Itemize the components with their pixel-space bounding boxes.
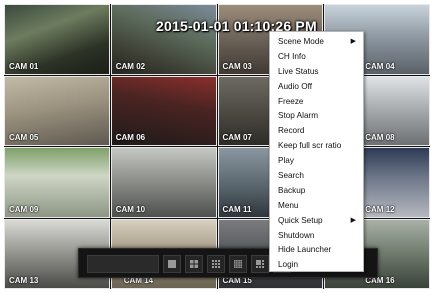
camera-label: CAM 13 bbox=[9, 276, 39, 285]
menu-item[interactable]: Hide Launcher bbox=[270, 243, 363, 258]
launcher-date-field[interactable] bbox=[87, 255, 159, 273]
menu-item-label: Play bbox=[278, 156, 294, 166]
menu-item-label: Keep full scr ratio bbox=[278, 141, 342, 151]
menu-item[interactable]: Search bbox=[270, 169, 363, 184]
camera-tile[interactable]: CAM 10 bbox=[110, 147, 217, 218]
menu-item-label: Search bbox=[278, 171, 304, 181]
camera-label: CAM 01 bbox=[9, 61, 39, 71]
submenu-arrow-icon: ▶ bbox=[350, 38, 356, 45]
menu-item-label: Record bbox=[278, 126, 305, 136]
menu-item[interactable]: Record bbox=[270, 124, 363, 139]
camera-label: CAM 03 bbox=[222, 61, 252, 71]
menu-item[interactable]: Scene Mode ▶ bbox=[270, 35, 363, 50]
menu-item[interactable]: Live Status bbox=[270, 65, 363, 80]
menu-item-label: Freeze bbox=[278, 96, 304, 106]
split-view-icon[interactable] bbox=[185, 255, 203, 273]
context-menu: Scene Mode ▶ CH Info Live Status Audio Off Fr… bbox=[269, 31, 364, 272]
split-view-icon[interactable] bbox=[207, 255, 225, 273]
menu-item-label: Backup bbox=[278, 185, 306, 195]
menu-item[interactable]: Freeze bbox=[270, 95, 363, 110]
camera-tile[interactable]: CAM 06 bbox=[110, 75, 217, 146]
menu-item[interactable]: Login bbox=[270, 258, 363, 273]
menu-item-label: Shutdown bbox=[278, 230, 315, 240]
camera-label: CAM 07 bbox=[222, 133, 252, 142]
menu-item[interactable]: Backup bbox=[270, 184, 363, 199]
camera-tile[interactable]: CAM 05 bbox=[4, 75, 110, 146]
split-view-icon[interactable] bbox=[251, 255, 269, 273]
camera-tile[interactable]: CAM 01 bbox=[4, 4, 110, 75]
camera-label: CAM 02 bbox=[115, 61, 146, 71]
camera-label: CAM 12 bbox=[365, 204, 395, 214]
menu-item[interactable]: Quick Setup ▶ bbox=[270, 214, 363, 229]
dvr-live-screen: CAM 01 CAM 02 CAM 03 CAM 04 CAM 05 CAM 0… bbox=[4, 4, 430, 289]
single-view-icon[interactable] bbox=[163, 255, 181, 273]
menu-item[interactable]: Stop Alarm bbox=[270, 109, 363, 124]
camera-tile[interactable]: CAM 09 bbox=[4, 147, 110, 218]
menu-item[interactable]: Keep full scr ratio bbox=[270, 139, 363, 154]
menu-item[interactable]: Audio Off bbox=[270, 80, 363, 95]
camera-label: CAM 10 bbox=[115, 204, 146, 214]
camera-label: CAM 08 bbox=[365, 133, 395, 142]
camera-label: CAM 09 bbox=[9, 204, 39, 214]
menu-item[interactable]: Play bbox=[270, 154, 363, 169]
menu-item-label: Audio Off bbox=[278, 81, 312, 91]
split-view-icon[interactable] bbox=[229, 255, 247, 273]
menu-item-label: Scene Mode bbox=[278, 37, 324, 46]
menu-item[interactable]: Menu bbox=[270, 199, 363, 214]
menu-item-label: CH Info bbox=[278, 51, 306, 61]
menu-item[interactable]: CH Info bbox=[270, 50, 363, 65]
menu-item-label: Menu bbox=[278, 200, 299, 210]
submenu-arrow-icon: ▶ bbox=[350, 216, 356, 224]
menu-item-label: Quick Setup bbox=[278, 215, 323, 225]
camera-label: CAM 05 bbox=[9, 133, 39, 142]
menu-item-label: Hide Launcher bbox=[278, 245, 332, 255]
menu-item-label: Login bbox=[278, 260, 299, 270]
menu-item[interactable]: Shutdown bbox=[270, 229, 363, 244]
camera-tile[interactable]: CAM 02 bbox=[110, 4, 217, 75]
camera-label: CAM 11 bbox=[222, 204, 252, 214]
menu-item-label: Live Status bbox=[278, 66, 319, 76]
menu-item-label: Stop Alarm bbox=[278, 111, 319, 121]
camera-grid: CAM 01 CAM 02 CAM 03 CAM 04 CAM 05 CAM 0… bbox=[4, 4, 430, 289]
camera-label: CAM 04 bbox=[365, 61, 395, 71]
camera-label: CAM 06 bbox=[115, 133, 146, 142]
